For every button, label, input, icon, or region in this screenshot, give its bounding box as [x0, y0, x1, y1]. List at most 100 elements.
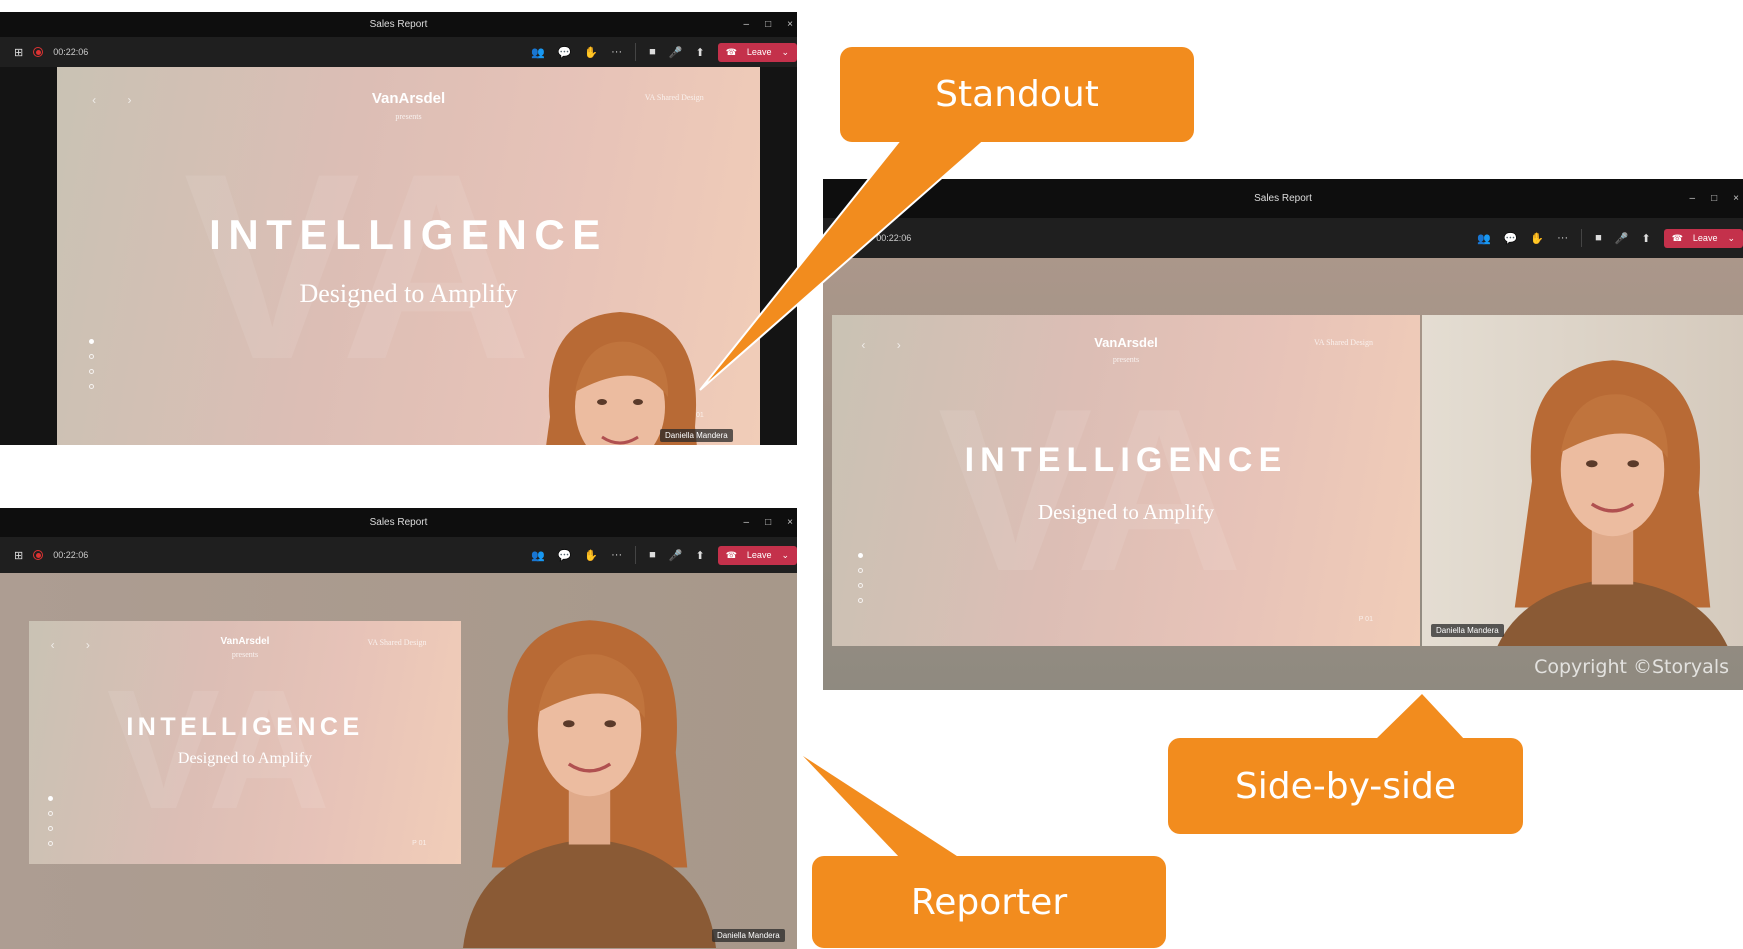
minimize-button[interactable]: – [744, 19, 750, 30]
meeting-stage: VA ‹ › VanArsdel presents VA Shared Design IN… [0, 67, 797, 445]
slide-headline: INTELLIGENCE [126, 713, 364, 742]
meeting-toolbar: ⊞ 00:22:06 👥 💬 ✋ ··· ■ 🎤 ⬆ ☎ Leave ⌄ [0, 537, 797, 573]
pagination-dot[interactable] [48, 840, 54, 846]
side-by-side-callout-tail [1375, 694, 1465, 740]
maximize-button[interactable]: □ [765, 19, 771, 30]
participant-name-tag: Daniella Mandera [660, 429, 733, 442]
slide-subheadline: Designed to Amplify [177, 749, 313, 767]
mic-icon[interactable]: 🎤 [669, 46, 683, 59]
close-button[interactable]: × [787, 517, 793, 528]
camera-icon[interactable]: ■ [1595, 232, 1602, 244]
share-icon[interactable]: ⬆ [695, 549, 704, 562]
toolbar-divider [635, 546, 637, 564]
window-controls: – □ × [744, 508, 793, 537]
shared-slide: VA ‹ › VanArsdel presents VA Shared Design IN… [29, 621, 461, 864]
pagination-dot[interactable] [858, 598, 864, 604]
leave-label: Leave [746, 47, 772, 57]
chat-icon[interactable]: 💬 [1504, 232, 1518, 245]
chat-icon[interactable]: 💬 [558, 549, 572, 562]
leave-button[interactable]: ☎ Leave ⌄ [717, 42, 797, 62]
more-icon[interactable]: ··· [611, 46, 622, 58]
toolbar-left: ⊞ 00:22:06 [837, 232, 911, 245]
more-icon[interactable]: ··· [611, 549, 622, 561]
slide-pagination-dots [858, 553, 864, 604]
callout-label: Side-by-side [1234, 765, 1457, 807]
meeting-stage: VA ‹ › VanArsdel presents VA Shared Design IN… [0, 573, 797, 949]
chevron-down-icon[interactable]: ⌄ [781, 550, 789, 561]
standout-callout: Standout [840, 47, 1194, 142]
toolbar-right: 👥 💬 ✋ ··· ■ 🎤 ⬆ ☎ Leave ⌄ [1477, 228, 1743, 248]
pagination-dot[interactable] [88, 354, 94, 360]
pagination-dot[interactable] [858, 553, 864, 559]
slide-presents: presents [1112, 354, 1140, 364]
meeting-window-standout: Sales Report – □ × ⊞ 00:22:06 👥 💬 ✋ ··· ■ 🎤 ⬆ ☎ Leave ⌄… [0, 12, 797, 445]
grid-icon[interactable]: ⊞ [837, 232, 846, 245]
grid-icon[interactable]: ⊞ [14, 46, 23, 59]
share-icon[interactable]: ⬆ [695, 46, 704, 59]
minimize-button[interactable]: – [1690, 193, 1696, 204]
camera-icon[interactable]: ■ [649, 46, 656, 58]
pagination-dot[interactable] [48, 825, 54, 831]
close-button[interactable]: × [1733, 193, 1739, 204]
raise-hand-icon[interactable]: ✋ [584, 549, 598, 562]
leave-button[interactable]: ☎ Leave ⌄ [1663, 228, 1743, 248]
pagination-dot[interactable] [858, 568, 864, 574]
chevron-down-icon[interactable]: ⌄ [781, 47, 789, 58]
reporter-callout: Reporter [812, 856, 1166, 948]
chevron-down-icon[interactable]: ⌄ [1727, 233, 1735, 244]
people-icon[interactable]: 👥 [531, 46, 545, 59]
raise-hand-icon[interactable]: ✋ [1530, 232, 1544, 245]
participant-name-tag: Daniella Mandera [1431, 624, 1504, 637]
window-title: Sales Report [1254, 193, 1312, 204]
pagination-dot[interactable] [88, 384, 94, 390]
share-icon[interactable]: ⬆ [1641, 232, 1650, 245]
slide-brand-tag: VA Shared Design [1314, 338, 1373, 348]
raise-hand-icon[interactable]: ✋ [584, 46, 598, 59]
record-icon [33, 47, 44, 57]
slide-page-number: P 01 [412, 840, 427, 847]
pagination-dot[interactable] [48, 810, 54, 816]
meeting-window-side-by-side: Sales Report – □ × ⊞ 00:22:06 👥 💬 ✋ ··· ■ 🎤 ⬆ ☎ Leave ⌄… [823, 179, 1743, 690]
leave-label: Leave [746, 550, 772, 560]
camera-icon[interactable]: ■ [649, 549, 656, 561]
slide-page-number: P 01 [1358, 615, 1373, 623]
meeting-toolbar: ⊞ 00:22:06 👥 💬 ✋ ··· ■ 🎤 ⬆ ☎ Leave ⌄ [823, 218, 1743, 258]
slide-pagination-dots [88, 339, 94, 390]
toolbar-divider [1581, 229, 1583, 247]
close-button[interactable]: × [787, 19, 793, 30]
phone-icon: ☎ [725, 46, 737, 57]
chat-icon[interactable]: 💬 [558, 46, 572, 59]
grid-icon[interactable]: ⊞ [14, 549, 23, 562]
pagination-dot[interactable] [88, 369, 94, 375]
title-bar: Sales Report – □ × [0, 508, 797, 537]
maximize-button[interactable]: □ [1711, 193, 1717, 204]
slide-brand-tag: VA Shared Design [367, 638, 427, 647]
pagination-dot[interactable] [858, 583, 864, 589]
pagination-dot[interactable] [48, 795, 54, 801]
slide-watermark: VA [183, 119, 532, 416]
meeting-timer: 00:22:06 [53, 550, 89, 560]
phone-icon: ☎ [725, 549, 737, 560]
mic-icon[interactable]: 🎤 [1615, 232, 1629, 245]
more-icon[interactable]: ··· [1557, 232, 1568, 244]
people-icon[interactable]: 👥 [1477, 232, 1491, 245]
window-title: Sales Report [369, 517, 428, 528]
maximize-button[interactable]: □ [765, 517, 771, 528]
leave-label: Leave [1692, 233, 1718, 243]
pagination-dot[interactable] [88, 339, 94, 345]
meeting-toolbar: ⊞ 00:22:06 👥 💬 ✋ ··· ■ 🎤 ⬆ ☎ Leave ⌄ [0, 37, 797, 67]
canvas: Sales Report – □ × ⊞ 00:22:06 👥 💬 ✋ ··· ■ 🎤 ⬆ ☎ Leave ⌄… [0, 0, 1743, 949]
slide-headline: INTELLIGENCE [209, 210, 608, 258]
reporter-callout-tail [803, 756, 960, 858]
callout-label: Standout [935, 74, 1099, 115]
window-controls: – □ × [1690, 179, 1739, 218]
leave-button[interactable]: ☎ Leave ⌄ [717, 545, 797, 565]
presenter-video [440, 603, 739, 948]
title-bar: Sales Report – □ × [823, 179, 1743, 218]
people-icon[interactable]: 👥 [531, 549, 545, 562]
meeting-stage: VA ‹ › VanArsdel presents VA Shared Design IN… [823, 258, 1743, 690]
mic-icon[interactable]: 🎤 [669, 549, 683, 562]
minimize-button[interactable]: – [744, 517, 750, 528]
record-icon [33, 550, 44, 560]
meeting-window-reporter: Sales Report – □ × ⊞ 00:22:06 👥 💬 ✋ ··· ■ 🎤 ⬆ ☎ Leave ⌄… [0, 508, 797, 949]
